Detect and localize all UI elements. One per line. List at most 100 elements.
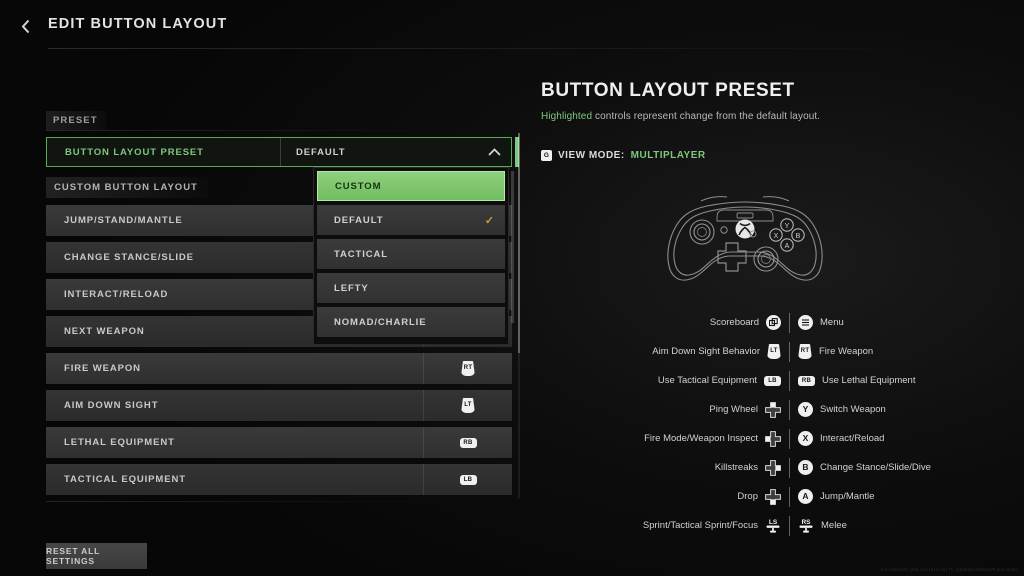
svg-text:Y: Y [785, 223, 790, 230]
legend-divider [789, 457, 790, 478]
view-mode-row[interactable]: G VIEW MODE: MULTIPLAYER [541, 150, 991, 161]
dropdown-option-tactical[interactable]: TACTICAL [317, 239, 505, 269]
chevron-up-icon[interactable] [477, 143, 511, 161]
legend-right-label: Menu [820, 317, 844, 328]
legend-left-label: Use Tactical Equipment [657, 375, 757, 386]
legend-divider [789, 341, 790, 362]
dpad-up-icon [765, 401, 781, 418]
legend-right: RB Use Lethal Equipment [798, 375, 986, 386]
legend-right: RS Melee [798, 517, 986, 534]
dropdown-option-label: TACTICAL [334, 248, 388, 260]
legend-right-label: Switch Weapon [820, 404, 886, 415]
legend-left-label: Scoreboard [709, 317, 759, 328]
rb-bumper-icon: RB [798, 375, 815, 386]
legend-row-killstreaks-stance: Killstreaks B Change Stance/Slide/Dive [596, 453, 986, 482]
control-legend: Scoreboard Menu Aim Down Sight Behavior … [596, 308, 986, 540]
top-header: EDIT BUTTON LAYOUT [0, 0, 1024, 51]
legend-right-label: Interact/Reload [820, 433, 885, 444]
dropdown-option-default[interactable]: DEFAULT ✓ [317, 205, 505, 235]
view-mode-value: MULTIPLAYER [630, 150, 706, 161]
svg-text:A: A [785, 243, 790, 250]
panel-title: BUTTON LAYOUT PRESET [541, 80, 795, 101]
preset-section-label: PRESET [46, 111, 106, 130]
row-fire-weapon[interactable]: FIRE WEAPON RT [46, 353, 512, 384]
page-title: EDIT BUTTON LAYOUT [48, 16, 228, 32]
back-button[interactable] [12, 13, 38, 39]
dropdown-option-lefty[interactable]: LEFTY [317, 273, 505, 303]
preset-dropdown[interactable]: CUSTOM DEFAULT ✓ TACTICAL LEFTY NOMAD/CH… [313, 167, 514, 345]
a-button-icon: A [798, 489, 813, 504]
legend-right-label: Jump/Mantle [820, 491, 875, 502]
legend-left-label: Ping Wheel [709, 404, 758, 415]
legend-right: Menu [798, 315, 986, 330]
legend-right-label: Melee [821, 520, 847, 531]
chevron-left-icon [21, 19, 29, 33]
legend-left-label: Aim Down Sight Behavior [652, 346, 760, 357]
reset-all-settings-button[interactable]: RESET ALL SETTINGS [46, 543, 147, 569]
row-badge: LB [424, 474, 512, 485]
legend-row-ads-fire: Aim Down Sight Behavior LT RT Fire Weapo… [596, 337, 986, 366]
svg-text:LS: LS [769, 519, 778, 526]
row-aim-down-sight[interactable]: AIM DOWN SIGHT LT [46, 390, 512, 421]
legend-right-label: Change Stance/Slide/Dive [820, 462, 931, 473]
lb-bumper-icon: LB [764, 375, 781, 386]
ls-stick-icon: LS [765, 517, 781, 534]
dpad-left-icon [765, 430, 781, 447]
row-badge: RB [424, 437, 512, 448]
legend-row-sprint-melee: Sprint/Tactical Sprint/Focus LS RS Melee [596, 511, 986, 540]
row-lethal-equipment[interactable]: LETHAL EQUIPMENT RB [46, 427, 512, 458]
xbox-logo-icon [735, 219, 755, 239]
lb-bumper-icon: LB [459, 474, 477, 485]
legend-right-label: Use Lethal Equipment [822, 375, 916, 386]
rs-stick-icon: RS [798, 517, 814, 534]
preset-section-divider [46, 130, 512, 131]
dpad-down-icon [765, 488, 781, 505]
subtitle-rest: controls represent change from the defau… [592, 111, 821, 122]
lt-trigger-icon: LT [767, 344, 781, 359]
row-tactical-equipment[interactable]: TACTICAL EQUIPMENT LB [46, 464, 512, 495]
view-button-icon [766, 315, 781, 330]
row-badge: RT [424, 361, 512, 376]
list-bottom-divider [46, 501, 512, 502]
row-badge: LT [424, 398, 512, 413]
rb-bumper-icon: RB [459, 437, 477, 448]
dropdown-scrollbar[interactable] [511, 171, 514, 323]
rt-trigger-icon: RT [798, 344, 812, 359]
row-button-layout-preset[interactable]: BUTTON LAYOUT PRESET DEFAULT [46, 137, 519, 167]
svg-text:B: B [796, 233, 801, 240]
view-mode-label: VIEW MODE: [558, 150, 625, 161]
panel-subtitle: Highlighted controls represent change fr… [541, 111, 991, 122]
y-button-icon: Y [798, 402, 813, 417]
legend-row-tactical-lethal: Use Tactical Equipment LB RB Use Lethal … [596, 366, 986, 395]
custom-layout-subsection-label: CUSTOM BUTTON LAYOUT [46, 177, 208, 198]
legend-left: Drop [596, 488, 781, 505]
dropdown-option-label: NOMAD/CHARLIE [334, 316, 427, 328]
chevron-up-glyph [487, 148, 501, 156]
menu-button-icon [798, 315, 813, 330]
legend-left: Scoreboard [596, 315, 781, 330]
legend-left-label: Drop [737, 491, 758, 502]
rt-trigger-icon: RT [461, 361, 475, 376]
dropdown-option-label: DEFAULT [334, 214, 384, 226]
left-stick-icon [689, 219, 715, 245]
legend-left-label: Sprint/Tactical Sprint/Focus [642, 520, 758, 531]
check-icon: ✓ [484, 214, 495, 227]
xbox-controller-diagram: Y X B A [661, 188, 829, 288]
row-label: FIRE WEAPON [64, 363, 141, 374]
face-buttons: Y X B A [769, 218, 805, 252]
right-stick-icon [753, 246, 779, 272]
subtitle-highlight: Highlighted [541, 111, 593, 122]
dpad-right-icon [765, 459, 781, 476]
list-scrollbar-thumb[interactable] [518, 133, 520, 353]
legend-right: Y Switch Weapon [798, 402, 986, 417]
header-divider [48, 48, 978, 49]
lt-trigger-icon: LT [461, 398, 475, 413]
legend-divider [789, 312, 790, 333]
legend-divider [789, 370, 790, 391]
row-label: TACTICAL EQUIPMENT [64, 474, 186, 485]
dropdown-option-custom[interactable]: CUSTOM [317, 171, 505, 201]
legend-row-ping-switch: Ping Wheel Y Switch Weapon [596, 395, 986, 424]
dropdown-option-nomad-charlie[interactable]: NOMAD/CHARLIE [317, 307, 505, 337]
view-mode-key-icon: G [541, 150, 552, 161]
legend-divider [789, 428, 790, 449]
